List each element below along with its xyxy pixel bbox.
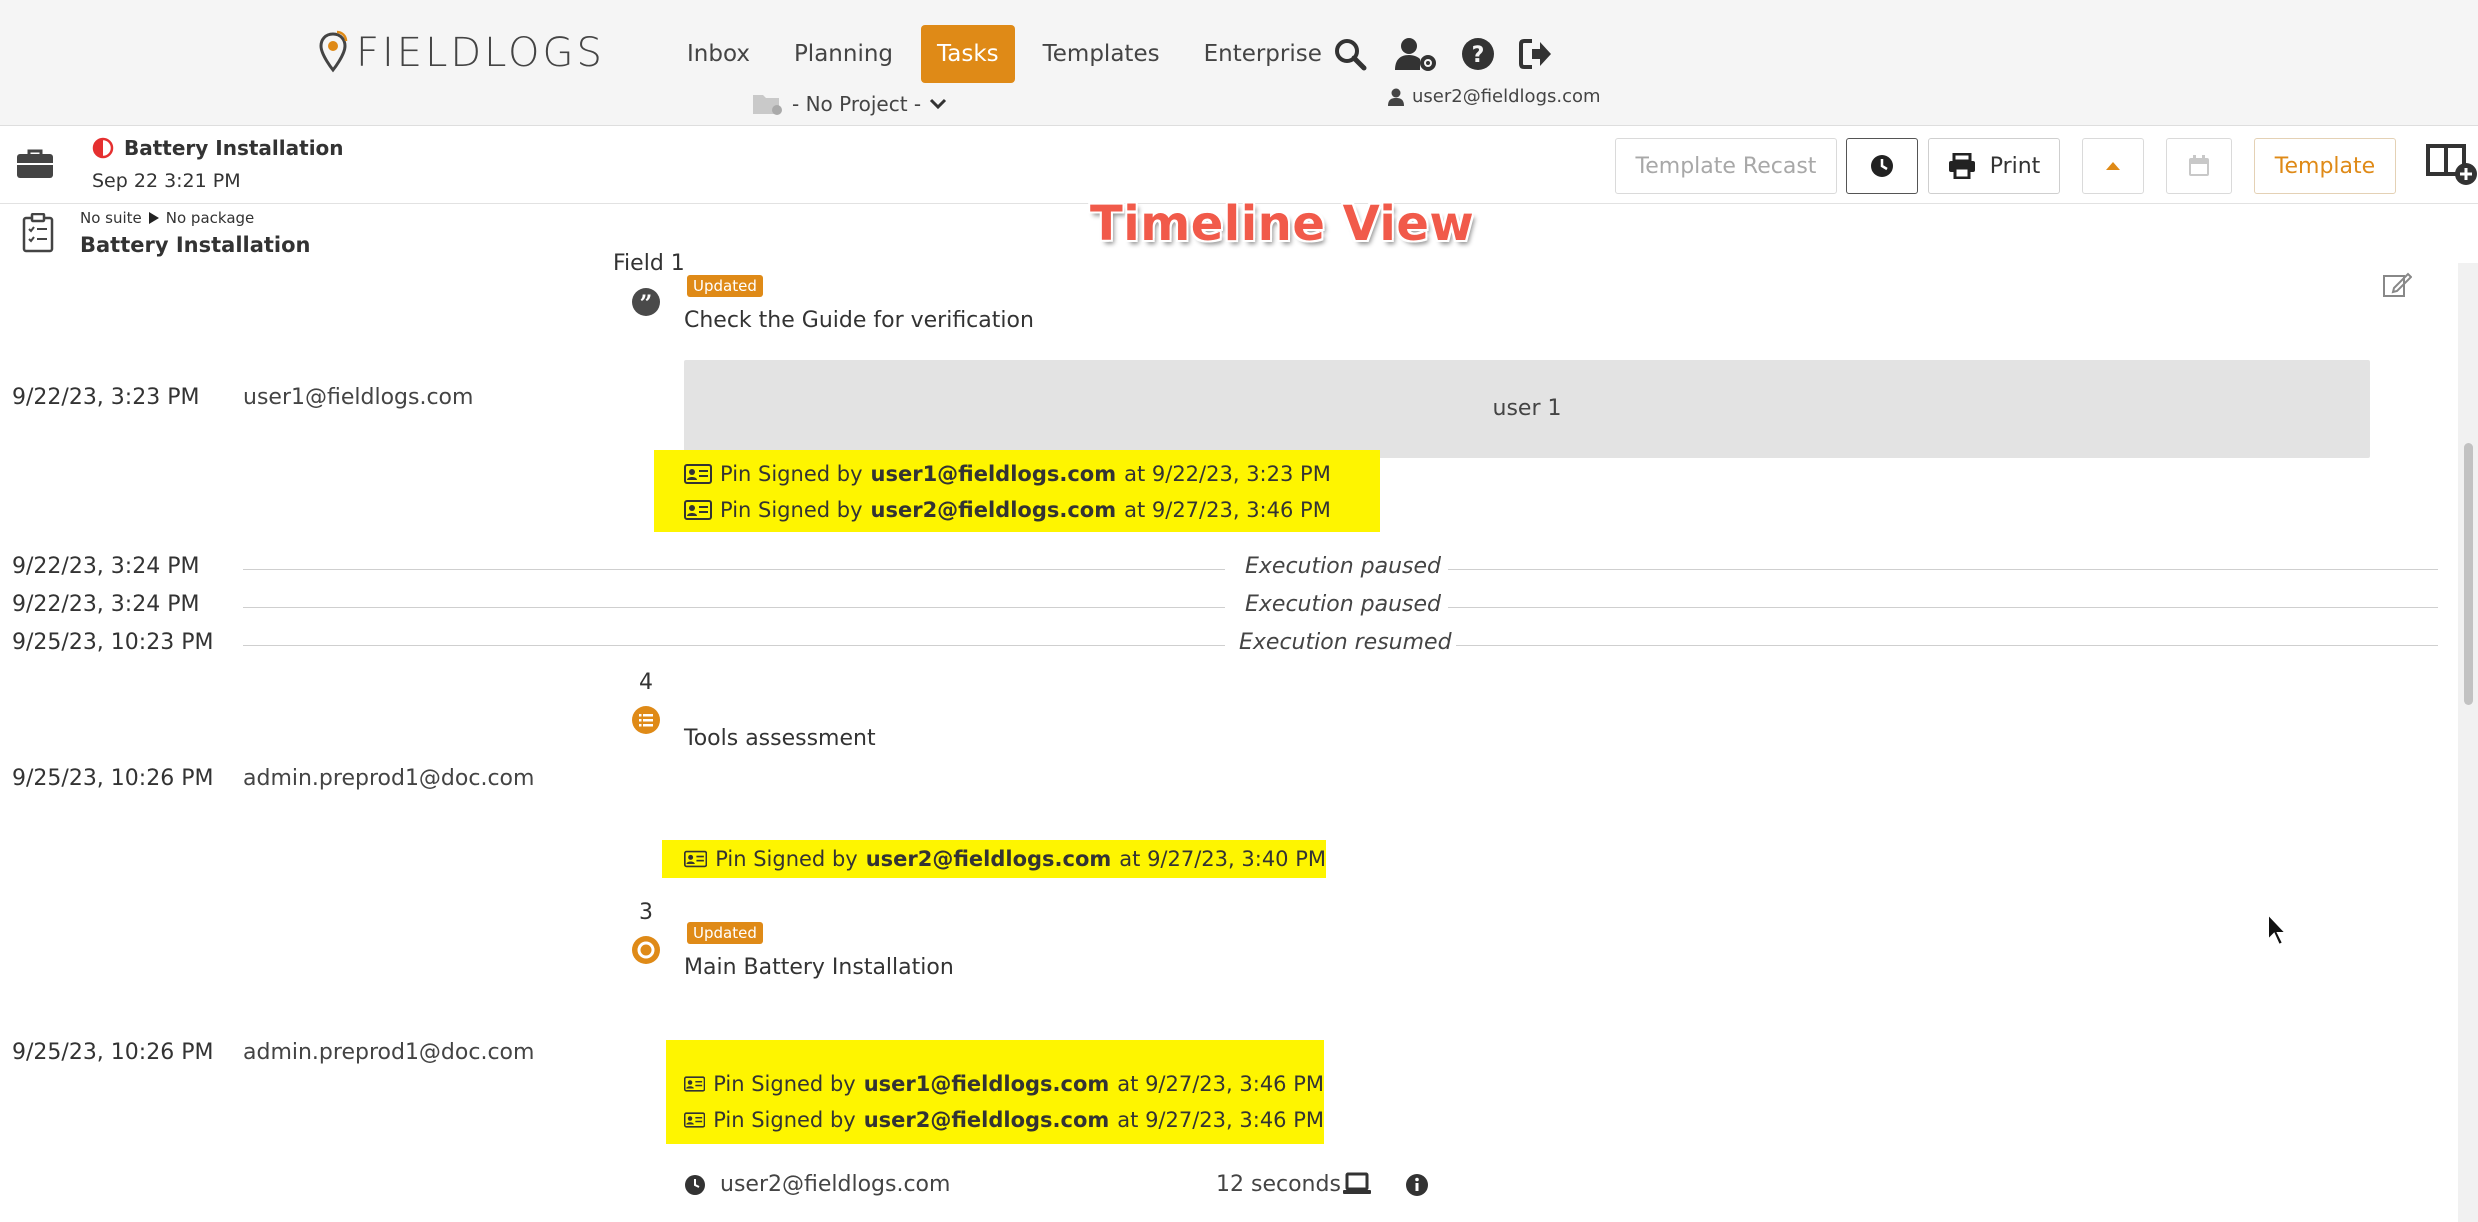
step4-title: Tools assessment: [684, 726, 876, 751]
nav-templates[interactable]: Templates: [1027, 25, 1176, 83]
logout-icon[interactable]: [1518, 36, 1554, 72]
top-bar: FIELDLOGS Inbox Planning Tasks Templates…: [0, 0, 2478, 126]
timeline-view-button[interactable]: [1846, 138, 1918, 194]
quote-icon: ”: [632, 288, 660, 317]
project-selector[interactable]: - No Project -: [752, 92, 947, 116]
field1-label: Field 1: [613, 251, 685, 276]
field1-value-box: user 1: [684, 360, 2370, 458]
add-panel-icon[interactable]: [2426, 142, 2478, 186]
id-card-icon: [684, 1076, 706, 1092]
user-settings-icon[interactable]: [1394, 36, 1438, 72]
step4-timestamp: 9/25/23, 10:26 PM: [12, 766, 214, 791]
caret-up-icon: [2106, 162, 2120, 170]
fieldlogs-logo[interactable]: FIELDLOGS: [318, 30, 605, 76]
timeline-view-annotation: Timeline View: [1090, 196, 1475, 252]
location-pin-icon: [319, 30, 348, 73]
timeline-event: 9/22/23, 3:24 PM Execution paused: [0, 554, 2440, 584]
id-card-icon: [684, 1112, 706, 1128]
nav-tasks[interactable]: Tasks: [921, 25, 1015, 83]
list-icon: [632, 706, 660, 734]
suite-package-breadcrumb: No suite No package: [80, 209, 254, 227]
nav-planning[interactable]: Planning: [778, 25, 909, 83]
task-date: Sep 22 3:21 PM: [92, 170, 241, 192]
task-title-row: Battery Installation: [92, 136, 344, 160]
clock-icon: [1871, 155, 1893, 177]
field1-timestamp: 9/22/23, 3:23 PM: [12, 385, 200, 410]
step3-user: admin.preprod1@doc.com: [243, 1040, 535, 1065]
field1-user: user1@fieldlogs.com: [243, 385, 474, 410]
print-icon: [1948, 153, 1975, 179]
timeline-event: 9/25/23, 10:23 PM Execution resumed: [0, 630, 2440, 660]
calendar-button[interactable]: [2166, 138, 2232, 194]
updated-badge: Updated: [687, 922, 763, 944]
print-label: Print: [1989, 153, 2041, 179]
task-name: Battery Installation: [80, 233, 311, 257]
clipboard-checklist-icon: [22, 213, 54, 253]
play-arrow-icon: [148, 212, 159, 224]
template-button[interactable]: Template: [2254, 138, 2396, 194]
scrollbar-thumb[interactable]: [2464, 443, 2473, 705]
help-icon[interactable]: ?: [1460, 36, 1496, 72]
info-icon[interactable]: [1405, 1173, 1429, 1197]
step4-signatures: Pin Signed by user2@fieldlogs.com at 9/2…: [662, 840, 1326, 878]
svg-text:?: ?: [1472, 43, 1485, 68]
briefcase-icon[interactable]: [16, 148, 54, 180]
calendar-icon: [2189, 155, 2209, 176]
current-user-email: user2@fieldlogs.com: [1412, 86, 1601, 107]
laptop-icon: [1343, 1172, 1371, 1194]
main-nav: Inbox Planning Tasks Templates Enterpris…: [671, 25, 1350, 83]
print-button[interactable]: Print: [1928, 138, 2060, 194]
nav-inbox[interactable]: Inbox: [671, 25, 766, 83]
updated-badge: Updated: [687, 275, 763, 297]
step3-timestamp: 9/25/23, 10:26 PM: [12, 1040, 214, 1065]
footer-user: user2@fieldlogs.com: [720, 1172, 951, 1197]
id-card-icon: [684, 464, 712, 484]
clock-icon: [685, 1175, 705, 1195]
footer-duration: 12 seconds: [1216, 1172, 1341, 1197]
timeline-event: 9/22/23, 3:24 PM Execution paused: [0, 592, 2440, 622]
signature-line: Pin Signed by user2@fieldlogs.com at 9/2…: [684, 1102, 1324, 1138]
task-title: Battery Installation: [124, 136, 344, 160]
signature-line: Pin Signed by user1@fieldlogs.com at 9/2…: [684, 456, 1380, 492]
template-recast-button[interactable]: Template Recast: [1615, 138, 1837, 194]
current-user[interactable]: user2@fieldlogs.com: [1388, 86, 1601, 107]
nav-enterprise[interactable]: Enterprise: [1188, 25, 1338, 83]
id-card-icon: [684, 500, 712, 520]
package-label: No package: [165, 209, 255, 227]
field1-title: Check the Guide for verification: [684, 308, 1034, 333]
step4-user: admin.preprod1@doc.com: [243, 766, 535, 791]
step3-number: 3: [639, 900, 653, 925]
svg-text:”: ”: [640, 291, 653, 317]
suite-label: No suite: [80, 209, 142, 227]
project-label: - No Project -: [792, 92, 922, 116]
chevron-down-icon: [930, 98, 947, 110]
circle-step-icon: [632, 936, 660, 964]
step3-title: Main Battery Installation: [684, 955, 954, 980]
user-icon: [1388, 88, 1404, 106]
folder-icon: [753, 95, 782, 115]
signature-line: Pin Signed by user1@fieldlogs.com at 9/2…: [684, 1066, 1324, 1102]
signature-line: Pin Signed by user2@fieldlogs.com at 9/2…: [684, 841, 1326, 877]
search-icon[interactable]: [1332, 36, 1368, 72]
brand-name: FIELDLOGS: [356, 30, 605, 76]
task-toolbar: Battery Installation Sep 22 3:21 PM Temp…: [0, 126, 2478, 204]
collapse-up-button[interactable]: [2082, 138, 2144, 194]
signature-line: Pin Signed by user2@fieldlogs.com at 9/2…: [684, 492, 1380, 528]
field1-signatures: Pin Signed by user1@fieldlogs.com at 9/2…: [654, 450, 1380, 532]
edit-icon[interactable]: [2382, 270, 2412, 300]
id-card-icon: [684, 850, 708, 868]
step3-signatures: Pin Signed by user1@fieldlogs.com at 9/2…: [666, 1040, 1324, 1144]
mouse-cursor-icon: [2267, 912, 2289, 947]
step4-number: 4: [639, 670, 653, 695]
scrollbar[interactable]: [2458, 263, 2478, 1222]
field1-value: user 1: [1492, 396, 1562, 421]
status-half-circle-icon: [92, 137, 114, 159]
